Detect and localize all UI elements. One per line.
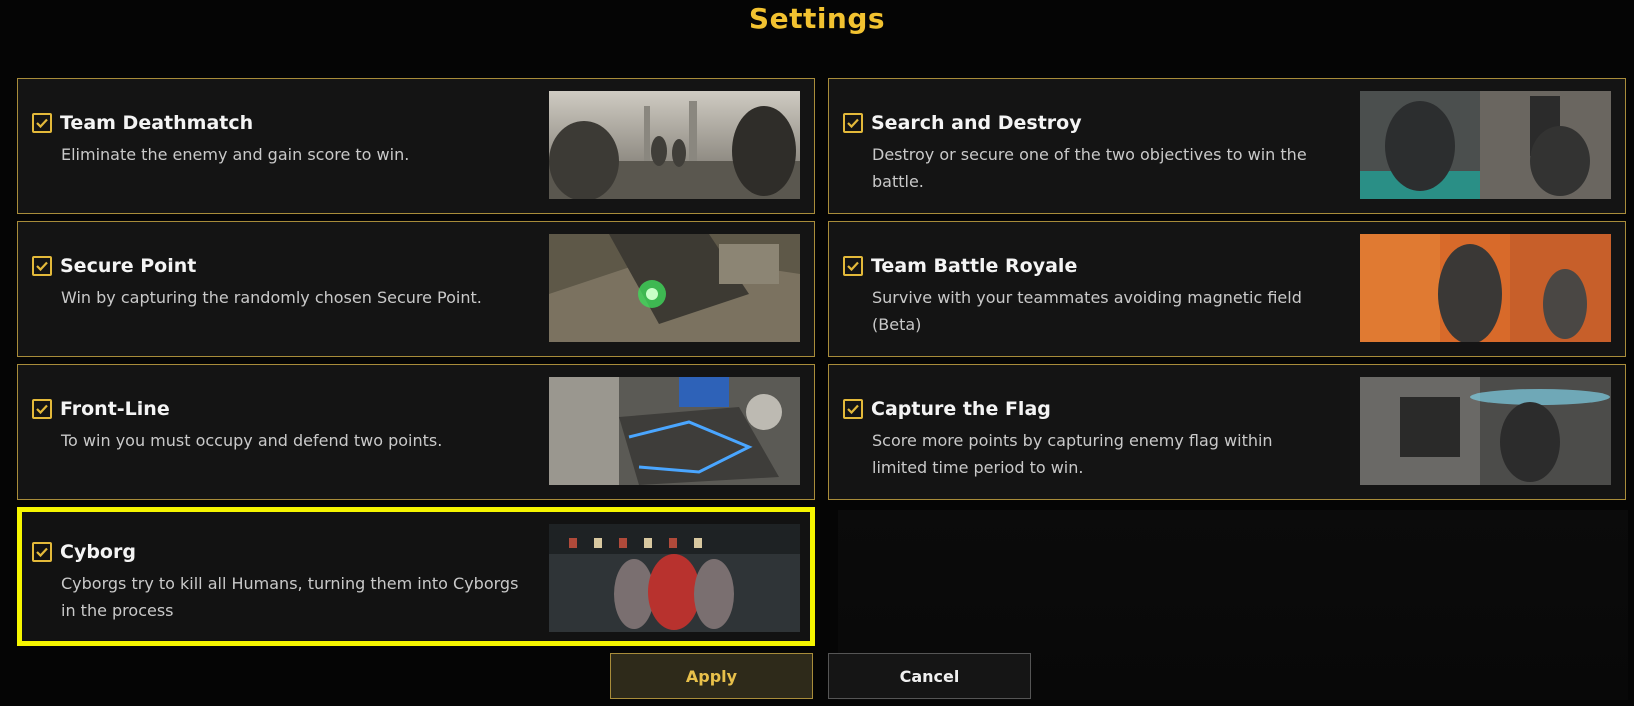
- mode-card-cyborg[interactable]: Cyborg Cyborgs try to kill all Humans, t…: [17, 507, 815, 646]
- mode-description: Win by capturing the randomly chosen Sec…: [61, 288, 482, 307]
- mode-card-search-and-destroy[interactable]: Search and Destroy Destroy or secure one…: [828, 78, 1626, 214]
- mode-title: Front-Line: [60, 398, 170, 420]
- mode-title: Team Deathmatch: [60, 112, 254, 134]
- cancel-button[interactable]: Cancel: [828, 653, 1031, 699]
- checkbox-icon[interactable]: [32, 256, 52, 276]
- mode-card-front-line[interactable]: Front-Line To win you must occupy and de…: [17, 364, 815, 500]
- checkbox-icon[interactable]: [32, 399, 52, 419]
- mode-card-secure-point[interactable]: Secure Point Win by capturing the random…: [17, 221, 815, 357]
- checkbox-icon[interactable]: [32, 542, 52, 562]
- mode-title: Capture the Flag: [871, 398, 1051, 420]
- mode-title: Search and Destroy: [871, 112, 1082, 134]
- checkbox-icon[interactable]: [843, 113, 863, 133]
- search-and-destroy-thumbnail: [1360, 91, 1611, 199]
- page-title: Settings: [748, 2, 886, 35]
- team-battle-royale-thumbnail: [1360, 234, 1611, 342]
- mode-description: Eliminate the enemy and gain score to wi…: [61, 145, 410, 164]
- mode-description: Cyborgs try to kill all Humans, turning …: [61, 574, 519, 620]
- capture-the-flag-thumbnail: [1360, 377, 1611, 485]
- team-deathmatch-thumbnail: [549, 91, 800, 199]
- mode-title: Secure Point: [60, 255, 197, 277]
- mode-description: Destroy or secure one of the two objecti…: [872, 145, 1307, 191]
- mode-title: Cyborg: [60, 541, 136, 563]
- mode-description: Score more points by capturing enemy fla…: [872, 431, 1273, 477]
- mode-card-team-deathmatch[interactable]: Team Deathmatch Eliminate the enemy and …: [17, 78, 815, 214]
- mode-card-capture-the-flag[interactable]: Capture the Flag Score more points by ca…: [828, 364, 1626, 500]
- cyborg-thumbnail: [549, 524, 800, 632]
- checkbox-icon[interactable]: [32, 113, 52, 133]
- mode-description: Survive with your teammates avoiding mag…: [872, 288, 1302, 334]
- front-line-thumbnail: [549, 377, 800, 485]
- checkbox-icon[interactable]: [843, 399, 863, 419]
- mode-card-team-battle-royale[interactable]: Team Battle Royale Survive with your tea…: [828, 221, 1626, 357]
- secure-point-thumbnail: [549, 234, 800, 342]
- mode-description: To win you must occupy and defend two po…: [61, 431, 443, 450]
- mode-title: Team Battle Royale: [871, 255, 1078, 277]
- checkbox-icon[interactable]: [843, 256, 863, 276]
- apply-button[interactable]: Apply: [610, 653, 813, 699]
